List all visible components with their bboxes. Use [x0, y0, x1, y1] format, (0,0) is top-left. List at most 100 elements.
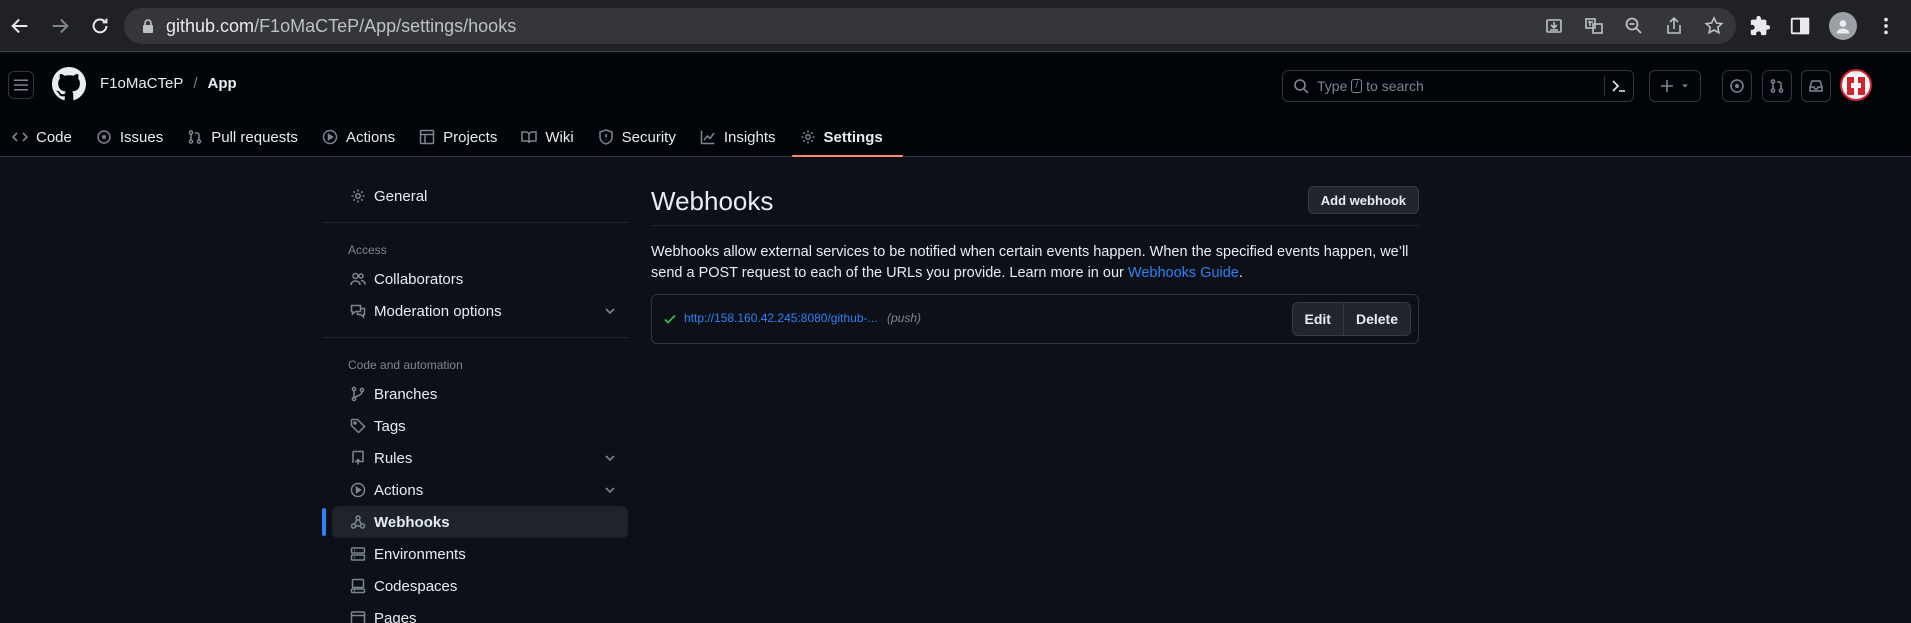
owner-link[interactable]: F1oMaCTeP — [100, 75, 183, 92]
share-icon[interactable] — [1664, 16, 1684, 36]
sidebar-item-branches[interactable]: Branches — [332, 378, 628, 410]
chevron-down-icon — [605, 308, 615, 315]
profile-avatar[interactable] — [1829, 12, 1857, 40]
shield-icon — [598, 129, 613, 145]
search-prefix: Type — [1317, 78, 1348, 94]
sidebar-item-webhooks[interactable]: Webhooks — [322, 506, 628, 538]
issue-icon — [97, 130, 111, 144]
sidebar-item-label: Branches — [374, 385, 438, 403]
book-icon — [521, 131, 538, 144]
sidebar-item-actions[interactable]: Actions — [332, 474, 628, 506]
add-webhook-button[interactable]: Add webhook — [1307, 186, 1419, 214]
chevron-down-icon — [1682, 84, 1688, 88]
lock-icon — [143, 19, 153, 33]
tab-code[interactable]: Code — [12, 117, 84, 157]
command-palette-icon[interactable] — [1611, 78, 1627, 97]
pull-requests-button[interactable] — [1762, 70, 1792, 102]
hamburger-menu-button[interactable] — [8, 71, 34, 99]
sidebar-item-environments[interactable]: Environments — [332, 538, 628, 570]
breadcrumb-separator: / — [193, 75, 198, 92]
tab-security[interactable]: Security — [598, 117, 688, 157]
tab-actions[interactable]: Actions — [322, 117, 407, 157]
github-header: F1oMaCTeP / App Type / to search Code Is… — [0, 53, 1911, 157]
reload-icon[interactable] — [80, 0, 120, 52]
side-panel-icon[interactable] — [1789, 15, 1811, 37]
sidebar-item-label: Webhooks — [374, 513, 450, 531]
search-icon — [1294, 79, 1309, 94]
repo-push-icon — [352, 450, 364, 465]
tab-insights[interactable]: Insights — [700, 117, 788, 157]
tab-pull-requests[interactable]: Pull requests — [187, 117, 310, 157]
browser-icon — [350, 611, 366, 623]
tab-label: Wiki — [545, 128, 574, 146]
github-logo-icon[interactable] — [52, 67, 86, 101]
sidebar-item-label: Rules — [374, 449, 413, 467]
gear-icon — [801, 130, 815, 144]
graph-icon — [700, 130, 715, 145]
chevron-down-icon — [605, 455, 615, 462]
tab-wiki[interactable]: Wiki — [521, 117, 585, 157]
browser-toolbar: github.com/F1oMaCTeP/App/settings/hooks — [0, 0, 1911, 52]
settings-sidebar: General Access Collaborators Moderation … — [322, 180, 628, 623]
sidebar-heading-code-automation: Code and automation — [348, 358, 463, 372]
sidebar-item-codespaces[interactable]: Codespaces — [332, 570, 628, 602]
code-icon — [12, 132, 28, 142]
sidebar-item-label: Pages — [374, 609, 417, 623]
description-suffix: . — [1238, 265, 1243, 281]
issue-icon — [1730, 79, 1744, 93]
branch-icon — [351, 386, 365, 402]
tag-icon — [350, 418, 366, 434]
inbox-icon — [1809, 80, 1823, 92]
repo-nav: Code Issues Pull requests Actions Projec… — [0, 117, 907, 157]
issues-button[interactable] — [1722, 70, 1752, 102]
repo-link[interactable]: App — [208, 75, 237, 92]
tab-issues[interactable]: Issues — [96, 117, 175, 157]
sidebar-item-label: Collaborators — [374, 270, 464, 288]
zoom-out-icon[interactable] — [1624, 16, 1644, 36]
sidebar-heading-access: Access — [348, 243, 387, 257]
comment-discussion-icon — [350, 304, 366, 319]
forward-icon[interactable] — [40, 0, 80, 52]
tab-label: Projects — [443, 128, 498, 146]
menu-icon — [14, 79, 28, 91]
webhook-icon — [350, 515, 366, 529]
delete-button[interactable]: Delete — [1342, 303, 1410, 335]
url-text: github.com/F1oMaCTeP/App/settings/hooks — [166, 15, 517, 36]
webhook-url-link[interactable]: http://158.160.42.245:8080/github-... — [684, 311, 878, 325]
install-icon[interactable] — [1544, 16, 1564, 36]
pull-request-icon — [188, 130, 202, 144]
extensions-icon[interactable] — [1749, 15, 1771, 37]
create-new-button[interactable] — [1649, 70, 1701, 102]
sidebar-item-collaborators[interactable]: Collaborators — [332, 263, 628, 295]
webhook-actions: Edit Delete — [1291, 302, 1411, 336]
inbox-button[interactable] — [1801, 70, 1831, 102]
sidebar-item-pages[interactable]: Pages — [332, 602, 628, 623]
play-icon — [350, 482, 366, 498]
pull-request-icon — [1770, 79, 1784, 93]
search-input[interactable]: Type / to search — [1282, 70, 1634, 102]
back-icon[interactable] — [0, 0, 40, 52]
webhook-events: (push) — [887, 311, 922, 325]
translate-icon[interactable] — [1584, 16, 1604, 36]
webhooks-guide-link[interactable]: Webhooks Guide — [1128, 265, 1239, 281]
sidebar-item-label: Moderation options — [374, 302, 502, 320]
address-bar[interactable]: github.com/F1oMaCTeP/App/settings/hooks — [124, 8, 1736, 44]
edit-button[interactable]: Edit — [1292, 303, 1343, 335]
sidebar-item-rules[interactable]: Rules — [332, 442, 628, 474]
browser-menu-icon[interactable] — [1875, 15, 1897, 37]
play-icon — [322, 129, 338, 145]
sidebar-item-tags[interactable]: Tags — [332, 410, 628, 442]
description-text: Webhooks allow external services to be n… — [651, 244, 1409, 281]
sidebar-item-label: Tags — [374, 417, 406, 435]
page-title: Webhooks — [651, 186, 774, 216]
sidebar-item-general[interactable]: General — [332, 180, 628, 212]
tab-settings[interactable]: Settings — [791, 117, 903, 157]
tab-label: Actions — [345, 128, 396, 146]
bookmark-star-icon[interactable] — [1704, 16, 1724, 36]
sidebar-item-moderation[interactable]: Moderation options — [332, 295, 628, 327]
search-suffix: to search — [1366, 78, 1424, 94]
sidebar-item-label: Actions — [374, 481, 424, 499]
user-avatar[interactable] — [1840, 69, 1872, 101]
search-key-hint: / — [1351, 79, 1363, 93]
tab-projects[interactable]: Projects — [419, 117, 509, 157]
